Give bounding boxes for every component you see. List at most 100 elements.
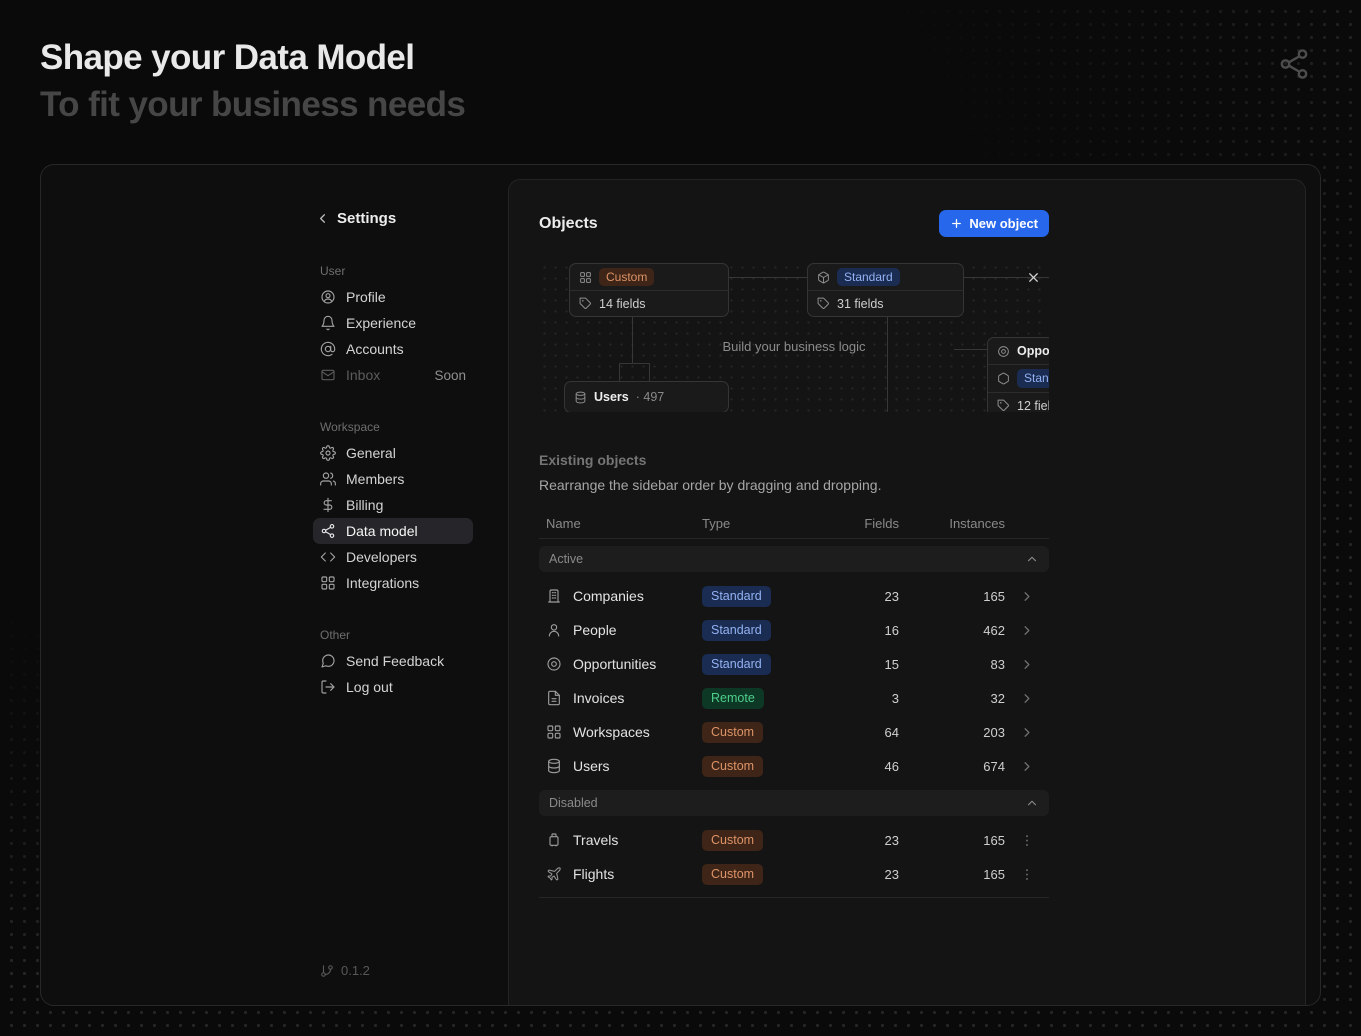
chevron-right-icon[interactable] xyxy=(1019,691,1035,706)
grid-icon xyxy=(320,575,336,591)
sidebar-item-label: Send Feedback xyxy=(346,653,444,669)
object-row-users[interactable]: Users Custom 46 674 xyxy=(539,749,1049,783)
group-header-disabled[interactable]: Disabled xyxy=(539,790,1049,816)
sidebar-item-label: General xyxy=(346,445,396,461)
instances-count: 165 xyxy=(899,833,1005,848)
chevron-up-icon[interactable] xyxy=(1025,796,1039,810)
fields-count: 23 xyxy=(822,589,899,604)
gear-icon xyxy=(320,445,336,461)
new-object-button[interactable]: New object xyxy=(939,210,1049,237)
chevron-up-icon[interactable] xyxy=(1025,552,1039,566)
column-name: Name xyxy=(539,516,702,531)
settings-back-button[interactable]: Settings xyxy=(313,204,473,232)
object-row-workspaces[interactable]: Workspaces Custom 64 203 xyxy=(539,715,1049,749)
chevron-right-icon[interactable] xyxy=(1019,657,1035,672)
sidebar-item-log-out[interactable]: Log out xyxy=(313,674,473,700)
object-row-people[interactable]: People Standard 16 462 xyxy=(539,613,1049,647)
sidebar-item-label: Inbox xyxy=(346,367,380,383)
workspace-grid-icon xyxy=(546,724,562,740)
sidebar-item-members[interactable]: Members xyxy=(313,466,473,492)
canvas-node-custom[interactable]: Custom 14 fields xyxy=(569,263,729,317)
sidebar-item-label: Members xyxy=(346,471,404,487)
object-name: Companies xyxy=(573,588,644,604)
object-row-invoices[interactable]: Invoices Remote 3 32 xyxy=(539,681,1049,715)
object-row-flights[interactable]: Flights Custom 23 165 xyxy=(539,857,1049,891)
instances-count: 165 xyxy=(899,589,1005,604)
object-row-opportunities[interactable]: Opportunities Standard 15 83 xyxy=(539,647,1049,681)
fields-count: 64 xyxy=(822,725,899,740)
profile-icon xyxy=(320,289,336,305)
node-count: · 497 xyxy=(636,390,665,404)
type-badge: Standard xyxy=(702,620,771,641)
existing-objects-title: Existing objects xyxy=(539,452,1049,468)
sidebar-item-integrations[interactable]: Integrations xyxy=(313,570,473,596)
sidebar-item-accounts[interactable]: Accounts xyxy=(313,336,473,362)
sidebar-item-label: Log out xyxy=(346,679,393,695)
field-count: 14 fields xyxy=(599,297,646,311)
sidebar-item-profile[interactable]: Profile xyxy=(313,284,473,310)
person-icon xyxy=(546,622,562,638)
plane-icon xyxy=(546,866,562,882)
canvas-node-opportunities[interactable]: Opportunities Standard 12 fields xyxy=(987,337,1049,412)
bell-icon xyxy=(320,315,336,331)
data-model-network-icon xyxy=(1277,47,1311,81)
members-icon xyxy=(320,471,336,487)
group-header-active[interactable]: Active xyxy=(539,546,1049,572)
hero-header: Shape your Data Model To fit your busine… xyxy=(40,34,1321,128)
object-row-travels[interactable]: Travels Custom 23 165 xyxy=(539,823,1049,857)
sidebar-item-billing[interactable]: Billing xyxy=(313,492,473,518)
sidebar-item-label: Experience xyxy=(346,315,416,331)
settings-sidebar: Settings User Profile Experience Account… xyxy=(313,165,473,1005)
type-badge: Remote xyxy=(702,688,764,709)
sidebar-item-general[interactable]: General xyxy=(313,440,473,466)
kebab-menu-icon[interactable] xyxy=(1019,867,1035,882)
new-object-label: New object xyxy=(969,216,1038,231)
chevron-right-icon[interactable] xyxy=(1019,759,1035,774)
chevron-right-icon[interactable] xyxy=(1019,725,1035,740)
object-box-icon xyxy=(817,271,830,284)
sidebar-item-data-model[interactable]: Data model xyxy=(313,518,473,544)
canvas-node-standard[interactable]: Standard 31 fields xyxy=(807,263,964,317)
object-name: Opportunities xyxy=(573,656,656,672)
object-graph-canvas[interactable]: Custom 14 fields Standard xyxy=(539,262,1049,412)
canvas-node-users[interactable]: Users · 497 xyxy=(564,381,729,412)
field-count: 12 fields xyxy=(1017,399,1049,413)
sidebar-item-label: Developers xyxy=(346,549,417,565)
fields-count: 46 xyxy=(822,759,899,774)
fields-count: 15 xyxy=(822,657,899,672)
edge-line xyxy=(649,363,650,382)
database-icon xyxy=(546,758,562,774)
existing-objects-subtitle: Rearrange the sidebar order by dragging … xyxy=(539,477,1049,493)
sidebar-item-developers[interactable]: Developers xyxy=(313,544,473,570)
group-label: Active xyxy=(549,552,583,566)
type-badge: Standard xyxy=(1017,369,1049,387)
at-sign-icon xyxy=(320,341,336,357)
fields-count: 23 xyxy=(822,867,899,882)
sidebar-item-label: Billing xyxy=(346,497,383,513)
sidebar-item-experience[interactable]: Experience xyxy=(313,310,473,336)
fields-count: 3 xyxy=(822,691,899,706)
sidebar-item-send-feedback[interactable]: Send Feedback xyxy=(313,648,473,674)
data-model-icon xyxy=(320,523,336,539)
column-instances: Instances xyxy=(899,516,1005,531)
canvas-hint-text: Build your business logic xyxy=(539,339,1049,354)
table-bottom-divider xyxy=(539,897,1049,898)
object-name: Workspaces xyxy=(573,724,650,740)
delete-edge-icon[interactable] xyxy=(1026,270,1041,285)
object-row-companies[interactable]: Companies Standard 23 165 xyxy=(539,579,1049,613)
fields-count: 16 xyxy=(822,623,899,638)
settings-window: Settings User Profile Experience Account… xyxy=(40,164,1321,1006)
luggage-icon xyxy=(546,832,562,848)
type-badge: Custom xyxy=(702,830,763,851)
edge-line xyxy=(619,363,620,382)
kebab-menu-icon[interactable] xyxy=(1019,833,1035,848)
object-box-icon xyxy=(579,271,592,284)
instances-count: 83 xyxy=(899,657,1005,672)
fields-count: 23 xyxy=(822,833,899,848)
type-badge: Standard xyxy=(702,654,771,675)
chevron-right-icon[interactable] xyxy=(1019,589,1035,604)
sidebar-item-label: Data model xyxy=(346,523,418,539)
object-name: Flights xyxy=(573,866,614,882)
edge-line xyxy=(619,363,650,364)
chevron-right-icon[interactable] xyxy=(1019,623,1035,638)
